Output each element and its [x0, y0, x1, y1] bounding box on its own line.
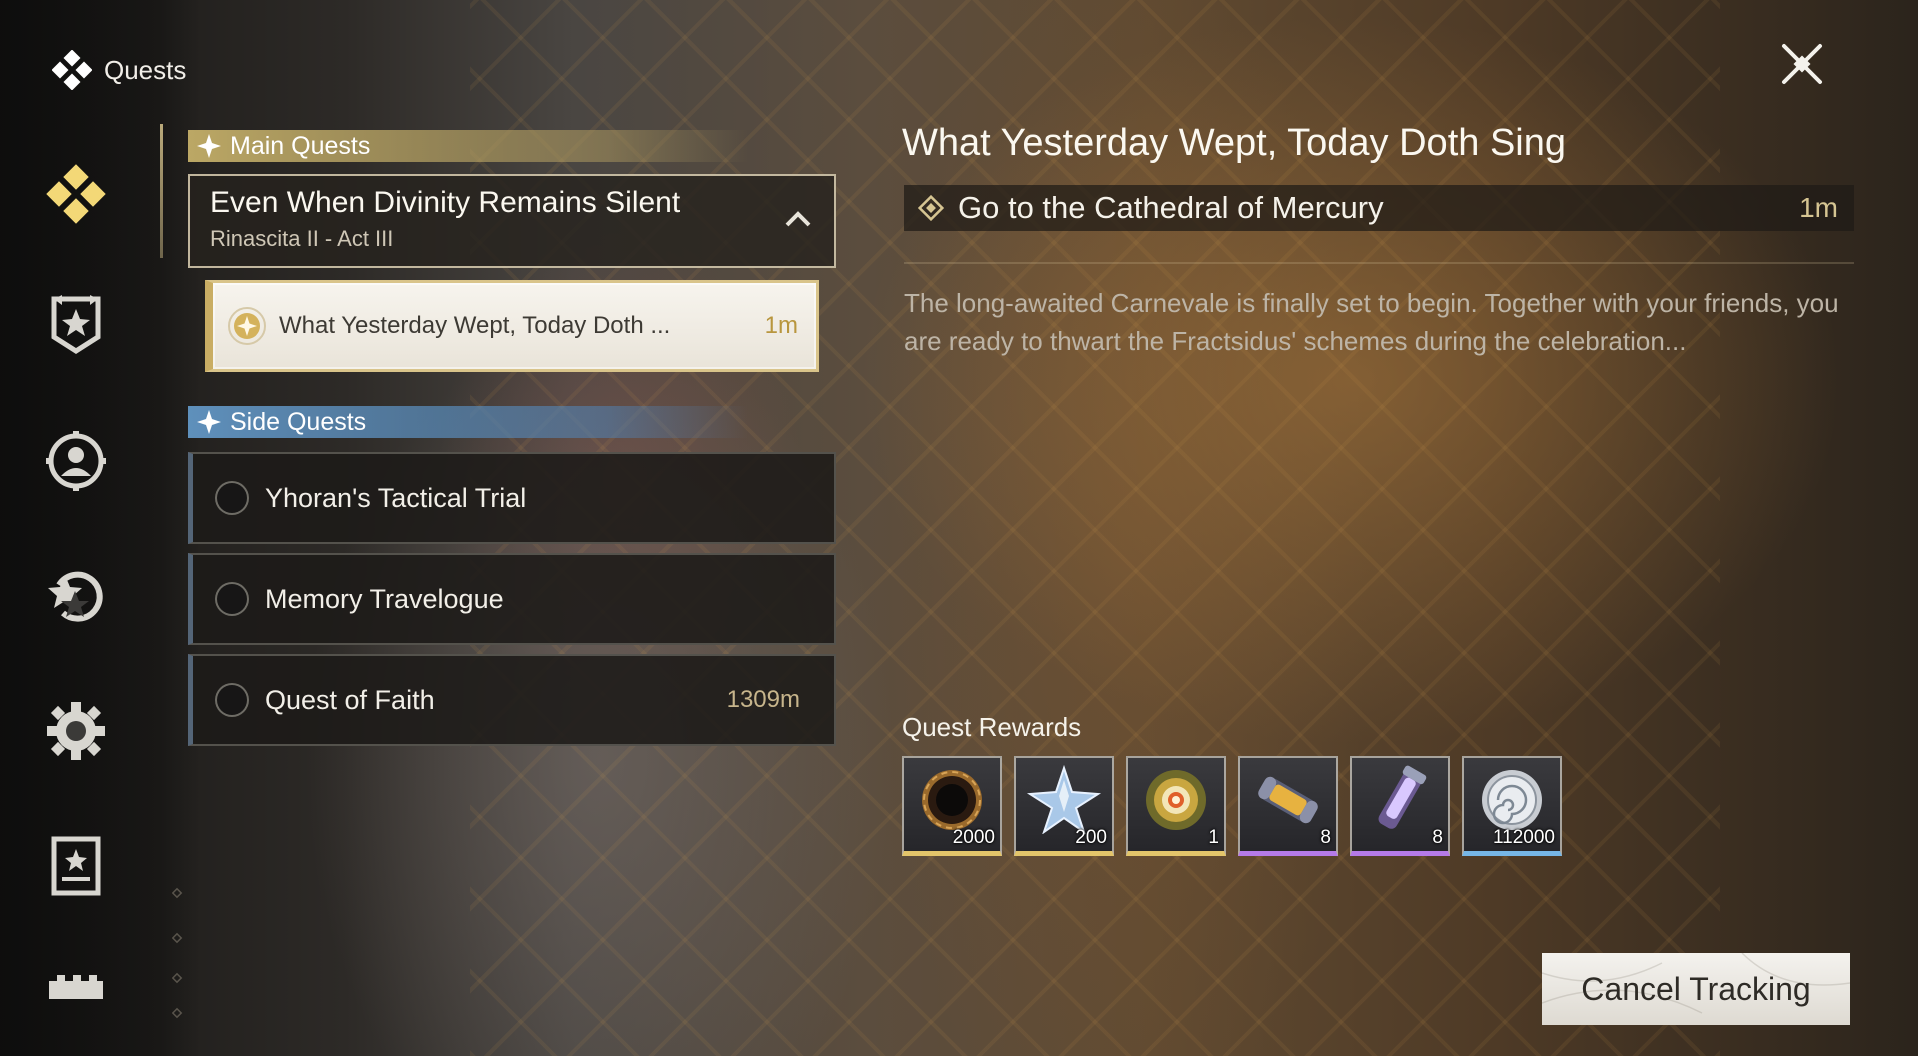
side-quest-item[interactable]: Quest of Faith 1309m — [188, 654, 836, 746]
reward-item[interactable]: 2000 — [902, 756, 1002, 856]
castle-wall-icon — [49, 975, 103, 999]
side-quest-item[interactable]: Memory Travelogue — [188, 553, 836, 645]
reward-item[interactable]: 1 — [1126, 756, 1226, 856]
decorative-dots — [172, 887, 183, 1019]
side-quest-name: Memory Travelogue — [265, 583, 504, 614]
gear-icon — [47, 702, 105, 760]
chapter-subtitle: Rinascita II - Act III — [210, 226, 394, 251]
dark-ring-material-icon — [922, 770, 982, 830]
reward-quantity: 1 — [1208, 827, 1219, 848]
quest-status-circle — [215, 481, 249, 515]
reward-item[interactable]: 8 — [1350, 756, 1450, 856]
side-quest-distance: 1309m — [726, 686, 800, 713]
reward-quantity: 112000 — [1493, 827, 1555, 848]
objective-distance: 1m — [1799, 192, 1838, 223]
page-title: Quests — [104, 54, 187, 85]
quest-status-circle — [215, 582, 249, 616]
chapter-title: Even When Divinity Remains Silent — [210, 186, 681, 219]
sparkle-icon — [197, 410, 221, 434]
sidebar-item-guild[interactable] — [40, 288, 112, 360]
tracked-marker-icon — [228, 307, 266, 345]
energy-capsule-icon — [1258, 776, 1318, 824]
reward-item[interactable]: 112000 — [1462, 756, 1562, 856]
side-quest-name: Yhoran's Tactical Trial — [265, 482, 527, 513]
card-book-icon — [51, 836, 101, 896]
sidebar-item-quests[interactable] — [40, 158, 112, 230]
quest-status-circle — [215, 683, 249, 717]
quest-detail-title: What Yesterday Wept, Today Doth Sing — [902, 122, 1566, 164]
tracked-quest-name: What Yesterday Wept, Today Doth ... — [279, 312, 671, 339]
cancel-tracking-button[interactable]: Cancel Tracking — [1542, 953, 1850, 1025]
main-quests-header: Main Quests — [188, 130, 748, 162]
reward-quantity: 2000 — [952, 827, 995, 848]
sidebar-item-archive[interactable] — [40, 830, 112, 902]
side-quest-item[interactable]: Yhoran's Tactical Trial — [188, 452, 836, 544]
sidebar-item-more[interactable] — [40, 950, 112, 1022]
quest-rewards-list: 2000 200 1 8 8 112000 — [902, 756, 1562, 856]
side-quest-name: Quest of Faith — [265, 684, 435, 715]
quests-diamond-icon — [46, 164, 106, 224]
shell-coin-icon — [1482, 770, 1542, 830]
side-quests-label: Side Quests — [230, 407, 367, 436]
reward-quantity: 8 — [1320, 827, 1331, 848]
quest-description: The long-awaited Carnevale is finally se… — [904, 288, 1839, 356]
golden-orb-icon — [1146, 770, 1206, 830]
quests-diamond-icon — [52, 50, 92, 90]
companion-avatar-icon — [46, 431, 106, 491]
objective-diamond-icon — [918, 195, 944, 221]
page-header: Quests — [52, 50, 186, 90]
reward-quantity: 8 — [1432, 827, 1443, 848]
tracked-quest-item[interactable]: What Yesterday Wept, Today Doth ... 1m — [205, 280, 819, 372]
reward-item[interactable]: 200 — [1014, 756, 1114, 856]
quest-objective: Go to the Cathedral of Mercury 1m — [904, 185, 1854, 231]
sidebar-active-divider — [160, 124, 163, 258]
objective-text: Go to the Cathedral of Mercury — [958, 190, 1384, 225]
side-quests-header: Side Quests — [188, 406, 748, 438]
cancel-tracking-label: Cancel Tracking — [1581, 970, 1811, 1007]
sparkle-icon — [197, 134, 221, 158]
close-button[interactable] — [1774, 36, 1830, 92]
main-quest-chapter[interactable]: Even When Divinity Remains Silent Rinasc… — [188, 174, 836, 268]
main-quests-label: Main Quests — [230, 131, 371, 160]
star-refresh-icon — [48, 571, 103, 622]
chevron-up-icon[interactable] — [784, 210, 812, 228]
reward-quantity: 200 — [1075, 827, 1107, 848]
tracked-quest-distance: 1m — [764, 312, 798, 339]
quest-rewards-label: Quest Rewards — [902, 712, 1082, 742]
sidebar-item-events[interactable] — [40, 560, 112, 632]
close-x-icon — [1782, 44, 1822, 84]
reward-item[interactable]: 8 — [1238, 756, 1338, 856]
sidebar-item-settings[interactable] — [40, 695, 112, 767]
crystal-vial-icon — [1378, 765, 1427, 829]
sidebar-item-companion[interactable] — [40, 425, 112, 497]
shield-star-icon — [51, 295, 101, 354]
crystal-star-icon — [1026, 764, 1102, 834]
detail-divider — [904, 262, 1854, 264]
